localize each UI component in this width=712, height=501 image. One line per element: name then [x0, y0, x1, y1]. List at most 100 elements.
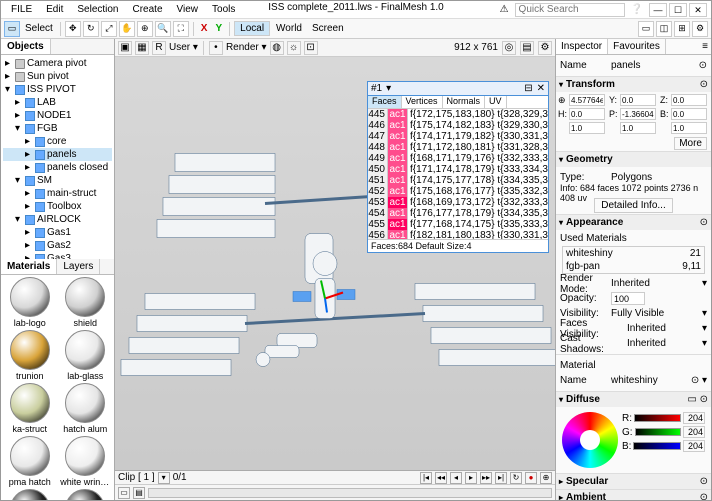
timeline-track[interactable] [148, 488, 552, 498]
tl-opt2[interactable]: ▤ [133, 487, 145, 499]
user-dropdown[interactable]: User ▾ [169, 42, 198, 53]
transform-more[interactable]: More [674, 137, 707, 150]
scene-tree[interactable]: ▸Camera pivot▸Sun pivot▾ISS PIVOT▸LAB▸NO… [1, 55, 114, 259]
gear-icon[interactable]: ⚙ [538, 41, 552, 55]
uv-tab[interactable]: UV [485, 96, 507, 108]
material-swatch[interactable]: trunion [3, 330, 57, 381]
quick-search-input[interactable] [515, 3, 625, 17]
visibility[interactable]: Fully Visible [611, 308, 699, 319]
coord-local[interactable]: Local [234, 21, 270, 36]
next-frame-icon[interactable]: ▸▸ [480, 472, 492, 484]
used-materials-list[interactable]: whiteshiny21fgb-pan9,11 [562, 246, 705, 274]
material-swatch[interactable]: shield [59, 277, 113, 328]
material-swatch[interactable]: ka-struct [3, 383, 57, 434]
view-icon-2[interactable]: ▦ [135, 41, 149, 55]
green-value[interactable]: 204 [683, 426, 705, 438]
menu-create[interactable]: Create [127, 2, 169, 17]
select-tool[interactable]: ▭ [4, 21, 20, 37]
layers-tab[interactable]: Layers [57, 259, 100, 274]
section-specular[interactable]: Specular [566, 476, 608, 487]
record-icon[interactable]: ● [525, 472, 537, 484]
snap-icon[interactable]: ▤ [520, 41, 534, 55]
inspector-tab[interactable]: Inspector [556, 39, 608, 54]
menu-tools[interactable]: Tools [206, 2, 241, 17]
help-icon[interactable]: ❔ [631, 4, 643, 15]
xform-field[interactable] [671, 94, 707, 106]
shade-icon[interactable]: ◍ [270, 41, 284, 55]
minimize-button[interactable]: — [649, 3, 667, 17]
mat-opt-icon[interactable]: ⊙ ▾ [691, 375, 707, 386]
tree-node[interactable]: ▾FGB [3, 122, 112, 135]
face-row[interactable]: 456ac1f{182,181,180,183} t{330,331,328,3… [368, 230, 548, 239]
objects-tab[interactable]: Objects [1, 39, 51, 54]
tree-node[interactable]: ▸LAB [3, 96, 112, 109]
green-slider[interactable] [635, 428, 681, 436]
opacity-field[interactable] [611, 292, 645, 305]
material-swatch[interactable]: pma hatch [3, 436, 57, 487]
tree-node[interactable]: ▸Toolbox [3, 200, 112, 213]
used-mat-row[interactable]: fgb-pan9,11 [563, 260, 704, 273]
face-row[interactable]: 454ac1f{176,177,178,179} t{334,335,335,3… [368, 208, 548, 219]
tree-node[interactable]: ▸Gas1 [3, 226, 112, 239]
vertices-tab[interactable]: Vertices [402, 96, 443, 108]
tree-node[interactable]: ▸core [3, 135, 112, 148]
pan-tool[interactable]: ✋ [119, 21, 135, 37]
diffuse-header[interactable]: Diffuse [566, 394, 600, 405]
tree-node[interactable]: ▾SM [3, 174, 112, 187]
blue-value[interactable]: 204 [683, 440, 705, 452]
xform-field[interactable] [620, 122, 656, 134]
reset-button[interactable]: R [152, 41, 166, 55]
tree-node[interactable]: ▸panels [3, 148, 112, 161]
face-row[interactable]: 447ac1f{174,171,179,182} t{330,331,331,3… [368, 131, 548, 142]
appearance-header[interactable]: Appearance [566, 217, 623, 228]
materials-tab[interactable]: Materials [1, 259, 57, 274]
face-row[interactable]: 453ac1f{168,169,173,172} t{332,333,333,3… [368, 197, 548, 208]
clip-drop-icon[interactable]: ▾ [158, 472, 170, 484]
face-row[interactable]: 455ac1f{177,168,174,175} t{335,333,334,3… [368, 219, 548, 230]
first-frame-icon[interactable]: |◂ [420, 472, 432, 484]
xform-field[interactable] [569, 122, 605, 134]
render-dropdown[interactable]: Render ▾ [226, 42, 267, 53]
popup-pin-icon[interactable]: ⊟ [524, 83, 532, 94]
nav-prev-icon[interactable]: • [209, 41, 223, 55]
coord-screen[interactable]: Screen [308, 23, 348, 34]
render-mode[interactable]: Inherited [611, 278, 699, 289]
xform-field[interactable] [569, 108, 605, 120]
menu-edit[interactable]: Edit [40, 2, 69, 17]
faces-visibility[interactable]: Inherited [627, 323, 699, 334]
tree-node[interactable]: ▸NODE1 [3, 109, 112, 122]
loop-icon[interactable]: ↻ [510, 472, 522, 484]
tree-node[interactable]: ▸Sun pivot [3, 70, 112, 83]
section-ambient[interactable]: Ambient [566, 492, 606, 500]
maximize-button[interactable]: ☐ [669, 3, 687, 17]
color-wheel[interactable] [562, 412, 618, 468]
xform-field[interactable] [671, 108, 707, 120]
prev-frame-icon[interactable]: ◂◂ [435, 472, 447, 484]
material-swatch[interactable]: hatch alum [59, 383, 113, 434]
transform-header[interactable]: Transform [566, 79, 615, 90]
material-swatch[interactable]: pma black co... [3, 489, 57, 500]
face-row[interactable]: 452ac1f{175,168,176,177} t{335,332,332,3… [368, 186, 548, 197]
geom-type[interactable]: Polygons [611, 172, 707, 183]
red-value[interactable]: 204 [683, 412, 705, 424]
orbit-tool[interactable]: ⊕ [137, 21, 153, 37]
cast-shadows[interactable]: Inherited [627, 338, 699, 349]
blue-slider[interactable] [633, 442, 681, 450]
used-mat-row[interactable]: whiteshiny21 [563, 247, 704, 260]
tl-opt1[interactable]: ▭ [118, 487, 130, 499]
axis-x[interactable]: X [198, 23, 211, 34]
tool-icon-a[interactable]: ⊡ [304, 41, 318, 55]
tree-node[interactable]: ▸Camera pivot [3, 57, 112, 70]
zoom-tool[interactable]: 🔍 [155, 21, 171, 37]
material-grid[interactable]: lab-logoshieldtrunionlab-glasska-structh… [1, 275, 114, 500]
red-slider[interactable] [634, 414, 681, 422]
menu-selection[interactable]: Selection [71, 2, 124, 17]
xform-field[interactable] [620, 94, 656, 106]
move-tool[interactable]: ✥ [65, 21, 81, 37]
popup-close-icon[interactable]: ✕ [537, 83, 545, 94]
menu-file[interactable]: FILE [5, 2, 38, 17]
xform-field[interactable] [671, 122, 707, 134]
face-row[interactable]: 446ac1f{175,174,182,183} t{329,330,330,3… [368, 120, 548, 131]
favourites-tab[interactable]: Favourites [608, 39, 666, 54]
play-back-icon[interactable]: ◂ [450, 472, 462, 484]
